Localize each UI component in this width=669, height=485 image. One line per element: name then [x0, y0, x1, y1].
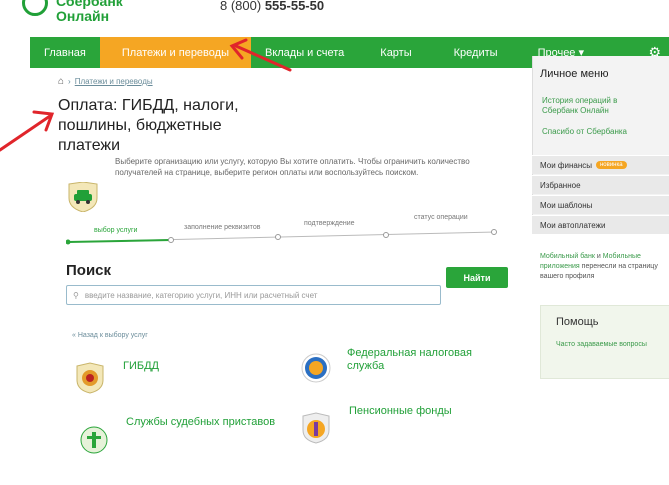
search-placeholder: введите название, категорию услуги, ИНН …	[84, 290, 318, 300]
step-2: заполнение реквизитов	[184, 224, 261, 231]
step-4: статус операции	[414, 214, 468, 221]
logo[interactable]: Сбербанк Онлайн	[56, 0, 123, 24]
nav-cards[interactable]: Карты	[358, 37, 433, 68]
page-description: Выберите организацию или услугу, которую…	[115, 157, 470, 177]
sidebar-note: Мобильный банк и Мобильные приложения пе…	[540, 252, 665, 282]
menu-my-finances[interactable]: Мои финансы новинка	[532, 155, 669, 174]
progress-steps: выбор услуги заполнение реквизитов подтв…	[66, 214, 506, 254]
mobile-bank-link[interactable]: Мобильный банк	[540, 253, 595, 260]
home-icon[interactable]: ⌂	[58, 76, 64, 87]
new-badge: новинка	[595, 161, 627, 169]
step-1: выбор услуги	[94, 227, 138, 234]
help-title: Помощь	[556, 316, 599, 328]
spasibo-link[interactable]: Спасибо от Сбербанка	[542, 127, 627, 137]
back-link[interactable]: « Назад к выбору услуг	[72, 332, 148, 339]
search-title: Поиск	[66, 262, 112, 279]
menu-my-finances-label: Мои финансы	[540, 160, 592, 170]
tax-service-icon	[301, 353, 331, 383]
car-icon	[68, 182, 98, 212]
nav-deposits[interactable]: Вклады и счета	[251, 37, 358, 68]
step-3: подтверждение	[304, 220, 355, 227]
bailiff-service-icon	[80, 426, 108, 454]
personal-menu-title: Личное меню	[540, 68, 609, 80]
breadcrumb: ⌂ › Платежи и переводы	[58, 76, 153, 87]
menu-templates[interactable]: Мои шаблоны	[532, 195, 669, 214]
search-icon: ⚲	[73, 290, 79, 300]
police-badge-icon	[76, 362, 104, 394]
menu-autopayments[interactable]: Мои автоплатежи	[532, 215, 669, 234]
service-bailiffs[interactable]: Службы судебных приставов	[126, 416, 275, 429]
service-pension[interactable]: Пенсионные фонды	[349, 405, 452, 418]
note-and: и	[594, 253, 603, 260]
history-link[interactable]: История операций в Сбербанк Онлайн	[542, 96, 652, 116]
phone-number: 555-55-50	[264, 0, 325, 13]
chevron-right-icon: ›	[68, 77, 71, 86]
nav-credits[interactable]: Кредиты	[434, 37, 518, 68]
nav-home[interactable]: Главная	[30, 37, 100, 68]
pension-fund-icon	[302, 412, 330, 444]
faq-link[interactable]: Часто задаваемые вопросы	[556, 340, 656, 349]
search-button[interactable]: Найти	[446, 267, 508, 288]
phone-prefix: 8 (800)	[220, 0, 262, 13]
phone: 8 (800) 555-55-50	[220, 0, 324, 13]
nav-payments[interactable]: Платежи и переводы	[99, 37, 251, 68]
service-gibdd[interactable]: ГИБДД	[123, 360, 159, 373]
sberbank-logo-icon	[22, 0, 48, 16]
logo-line2: Онлайн	[56, 8, 110, 24]
menu-favorites[interactable]: Избранное	[532, 175, 669, 194]
page-title: Оплата: ГИБДД, налоги, пошлины, бюджетны…	[58, 97, 239, 154]
search-input[interactable]: ⚲ введите название, категорию услуги, ИН…	[66, 285, 441, 305]
breadcrumb-link[interactable]: Платежи и переводы	[75, 77, 153, 86]
service-tax[interactable]: Федеральная налоговая служба	[347, 347, 477, 373]
